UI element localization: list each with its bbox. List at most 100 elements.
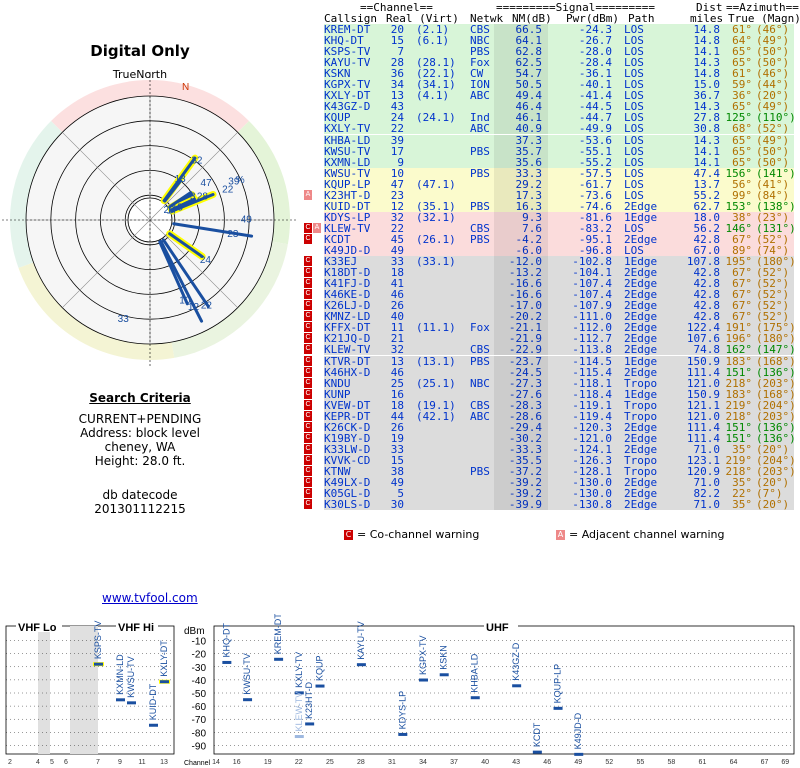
- station-channel-label: 12: [188, 302, 200, 313]
- x-tick-label: 67: [761, 759, 769, 766]
- criteria-line: Address: block level: [80, 426, 200, 440]
- x-tick-label: 9: [118, 759, 122, 766]
- spectrum-chart: -10 -20 -30 -40 -50 -60 -70 -80 -90 VHF Lo VHF Hi U…: [5, 614, 795, 767]
- station-channel-label: 23: [227, 229, 239, 240]
- cell-call: KWSU-TV: [324, 144, 371, 158]
- table-row: KUNP 16 -27.6 -118.4 1Edge 150.9 183° (168°): [324, 387, 796, 401]
- warning-badge: A: [304, 189, 312, 200]
- cell-net: Fox: [470, 321, 490, 335]
- cell-virt: (24.1): [416, 111, 456, 125]
- table-row: KXMN-LD 9 35.6 -55.2 LOS 14.1 65° (50°): [324, 155, 794, 169]
- cell-real: 16: [390, 387, 404, 401]
- cell-call: KNDU: [324, 376, 351, 390]
- cell-dist: 14.3: [693, 133, 721, 147]
- cell-pwr: -118.1: [572, 376, 612, 390]
- nm-column-shade: [494, 344, 548, 356]
- x-tick-label: 5: [50, 759, 54, 766]
- cell-tru: 162°: [725, 343, 753, 357]
- station-bar: [356, 663, 366, 667]
- x-tick-label: 19: [264, 759, 272, 766]
- station-bar: [222, 660, 232, 664]
- station-bar: [419, 678, 428, 682]
- cell-real: 10: [390, 166, 404, 180]
- cell-mag: (203°): [756, 376, 796, 390]
- cell-tru: 65°: [732, 144, 752, 158]
- cell-real: 22: [390, 122, 404, 136]
- cell-mag: (49°): [756, 133, 790, 147]
- cell-call: KHBA-LD: [324, 133, 371, 147]
- cell-call: KWSU-TV: [324, 166, 371, 180]
- cell-mag: (50°): [756, 144, 790, 158]
- x-tick-label: 40: [481, 759, 489, 766]
- criteria-line: CURRENT+PENDING: [78, 412, 202, 426]
- nm-column-shade: [494, 134, 548, 146]
- cell-dist: 47.4: [693, 166, 721, 180]
- cell-dist: 111.4: [686, 365, 720, 379]
- warning-badge: C: [304, 267, 312, 278]
- station-label: KAYU-TV: [356, 621, 366, 659]
- station-bar: [294, 735, 304, 739]
- cell-dist: 14.1: [693, 155, 721, 169]
- station-label: KCDT: [532, 722, 542, 747]
- station-bar: [149, 723, 158, 727]
- cell-call: KLEW-TV: [324, 343, 371, 357]
- y-tick-label: -40: [192, 676, 207, 687]
- warning-badge: C: [304, 410, 312, 421]
- cell-mag: (141°): [756, 166, 796, 180]
- y-tick-label: -70: [192, 715, 207, 726]
- cell-dist: 71.0: [693, 498, 721, 512]
- table-row: KHBA-LD 39 37.3 -53.6 LOS 14.3 65° (49°): [324, 133, 794, 147]
- cell-path: 1Edge: [624, 354, 658, 368]
- y-tick-label: -80: [192, 728, 207, 739]
- station-channel-label: 33: [118, 314, 130, 325]
- tvfool-link[interactable]: www.tvfool.com: [102, 591, 198, 605]
- cell-path: 2Edge: [624, 365, 658, 379]
- cell-call: KTVR-DT: [324, 354, 371, 368]
- warning-badge: C: [304, 432, 312, 443]
- station-label: KLEW-TV: [294, 692, 304, 732]
- cell-dist: 150.9: [686, 354, 720, 368]
- station-label: K43GZ-D: [511, 642, 521, 681]
- x-tick-label: 7: [96, 759, 100, 766]
- search-criteria-heading: Search Criteria: [89, 391, 191, 405]
- station-bar: [274, 657, 284, 661]
- station-label: KWSU-TV: [242, 653, 252, 694]
- station-label: KWSU-TV: [126, 656, 136, 698]
- x-tick-label: 58: [668, 759, 676, 766]
- cell-virt: (13.1): [416, 354, 456, 368]
- cell-pwr: -118.4: [572, 387, 612, 401]
- cell-pwr: -130.8: [572, 498, 612, 512]
- x-tick-label: 64: [730, 759, 738, 766]
- station-label: KHBA-LD: [470, 653, 480, 693]
- station-label: KUID-DT: [148, 683, 158, 720]
- cell-virt: (42.1): [416, 409, 456, 423]
- station-label: KQUP: [315, 656, 325, 682]
- station-channel-label: 47: [201, 178, 213, 189]
- cell-net: PBS: [470, 465, 490, 478]
- group-label: UHF: [486, 622, 509, 634]
- cell-mag: (168°): [756, 387, 796, 401]
- nm-column-shade: [494, 123, 548, 135]
- cell-virt: (25.1): [416, 376, 456, 390]
- nm-column-shade: [494, 388, 548, 400]
- cell-tru: 65°: [732, 155, 752, 169]
- cell-real: 17: [390, 144, 404, 158]
- cell-real: 13: [390, 354, 404, 368]
- table-row: K49LX-D 49 -39.2 -130.0 2Edge 71.0 35° (20°): [324, 477, 794, 489]
- cell-path: 2Edge: [624, 498, 658, 512]
- cell-path: LOS: [624, 144, 644, 158]
- nm-column-shade: [494, 377, 548, 389]
- table-row: K30LS-D 30 -39.9 -130.8 2Edge 71.0 35° (20°): [324, 498, 794, 512]
- cell-mag: (136°): [756, 365, 796, 379]
- station-label: KXLY-TV: [294, 652, 304, 688]
- warning-badge: C: [304, 233, 312, 244]
- db-datecode-label: db datecode: [102, 488, 178, 502]
- station-label: KSPS-TV: [93, 621, 103, 660]
- cochannel-legend: C = Co-channel warning: [344, 528, 479, 541]
- cell-mag: (168°): [756, 354, 796, 368]
- station-bar: [512, 684, 522, 688]
- cell-call: KXLY-TV: [324, 122, 371, 136]
- cell-tru: 35°: [732, 498, 752, 512]
- cell-virt: (33.1): [416, 255, 456, 269]
- cell-path: 2Edge: [624, 343, 658, 357]
